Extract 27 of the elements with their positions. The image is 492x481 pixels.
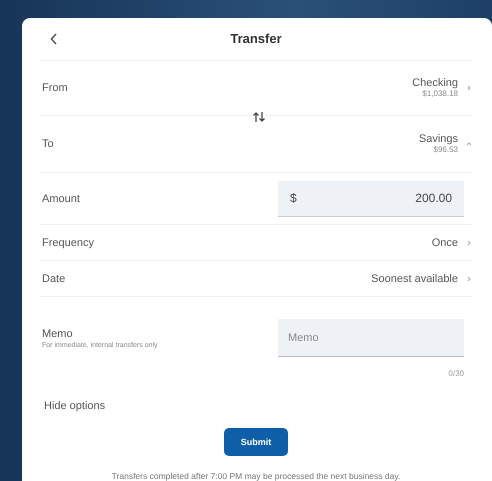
field-label: From	[42, 82, 68, 94]
field-label: Amount	[42, 192, 80, 204]
chevron-icon	[466, 276, 472, 282]
account-selector[interactable]: Savings $96.53	[418, 133, 472, 154]
field-label: Frequency	[42, 236, 94, 249]
amount-value: 200.00	[415, 191, 452, 205]
amount-field[interactable]: $ 200.00	[278, 180, 464, 216]
option-selector[interactable]: Once	[432, 236, 472, 249]
page-title: Transfer	[230, 31, 283, 46]
back-button[interactable]	[50, 32, 58, 45]
hide-options-link[interactable]: Hide options	[44, 400, 106, 412]
field-label: To	[42, 138, 54, 150]
swap-button[interactable]	[252, 110, 266, 123]
swap-icon	[252, 110, 266, 123]
account-selector[interactable]: Checking $1,038.18	[412, 77, 472, 98]
footnote: Transfers completed after 7:00 PM may be processed the next business day.	[112, 471, 400, 481]
character-counter: 0/30	[448, 369, 464, 378]
chevron-icon	[466, 240, 472, 246]
currency-symbol: $	[290, 191, 297, 205]
submit-button[interactable]: Submit	[224, 428, 288, 456]
field-label: Memo	[42, 328, 74, 340]
back-icon	[50, 32, 58, 45]
field-label: Date	[42, 272, 66, 285]
memo-field[interactable]: Memo	[278, 319, 464, 358]
chevron-icon	[466, 84, 472, 91]
chevron-icon	[466, 140, 472, 147]
option-selector[interactable]: Soonest available	[371, 272, 472, 285]
